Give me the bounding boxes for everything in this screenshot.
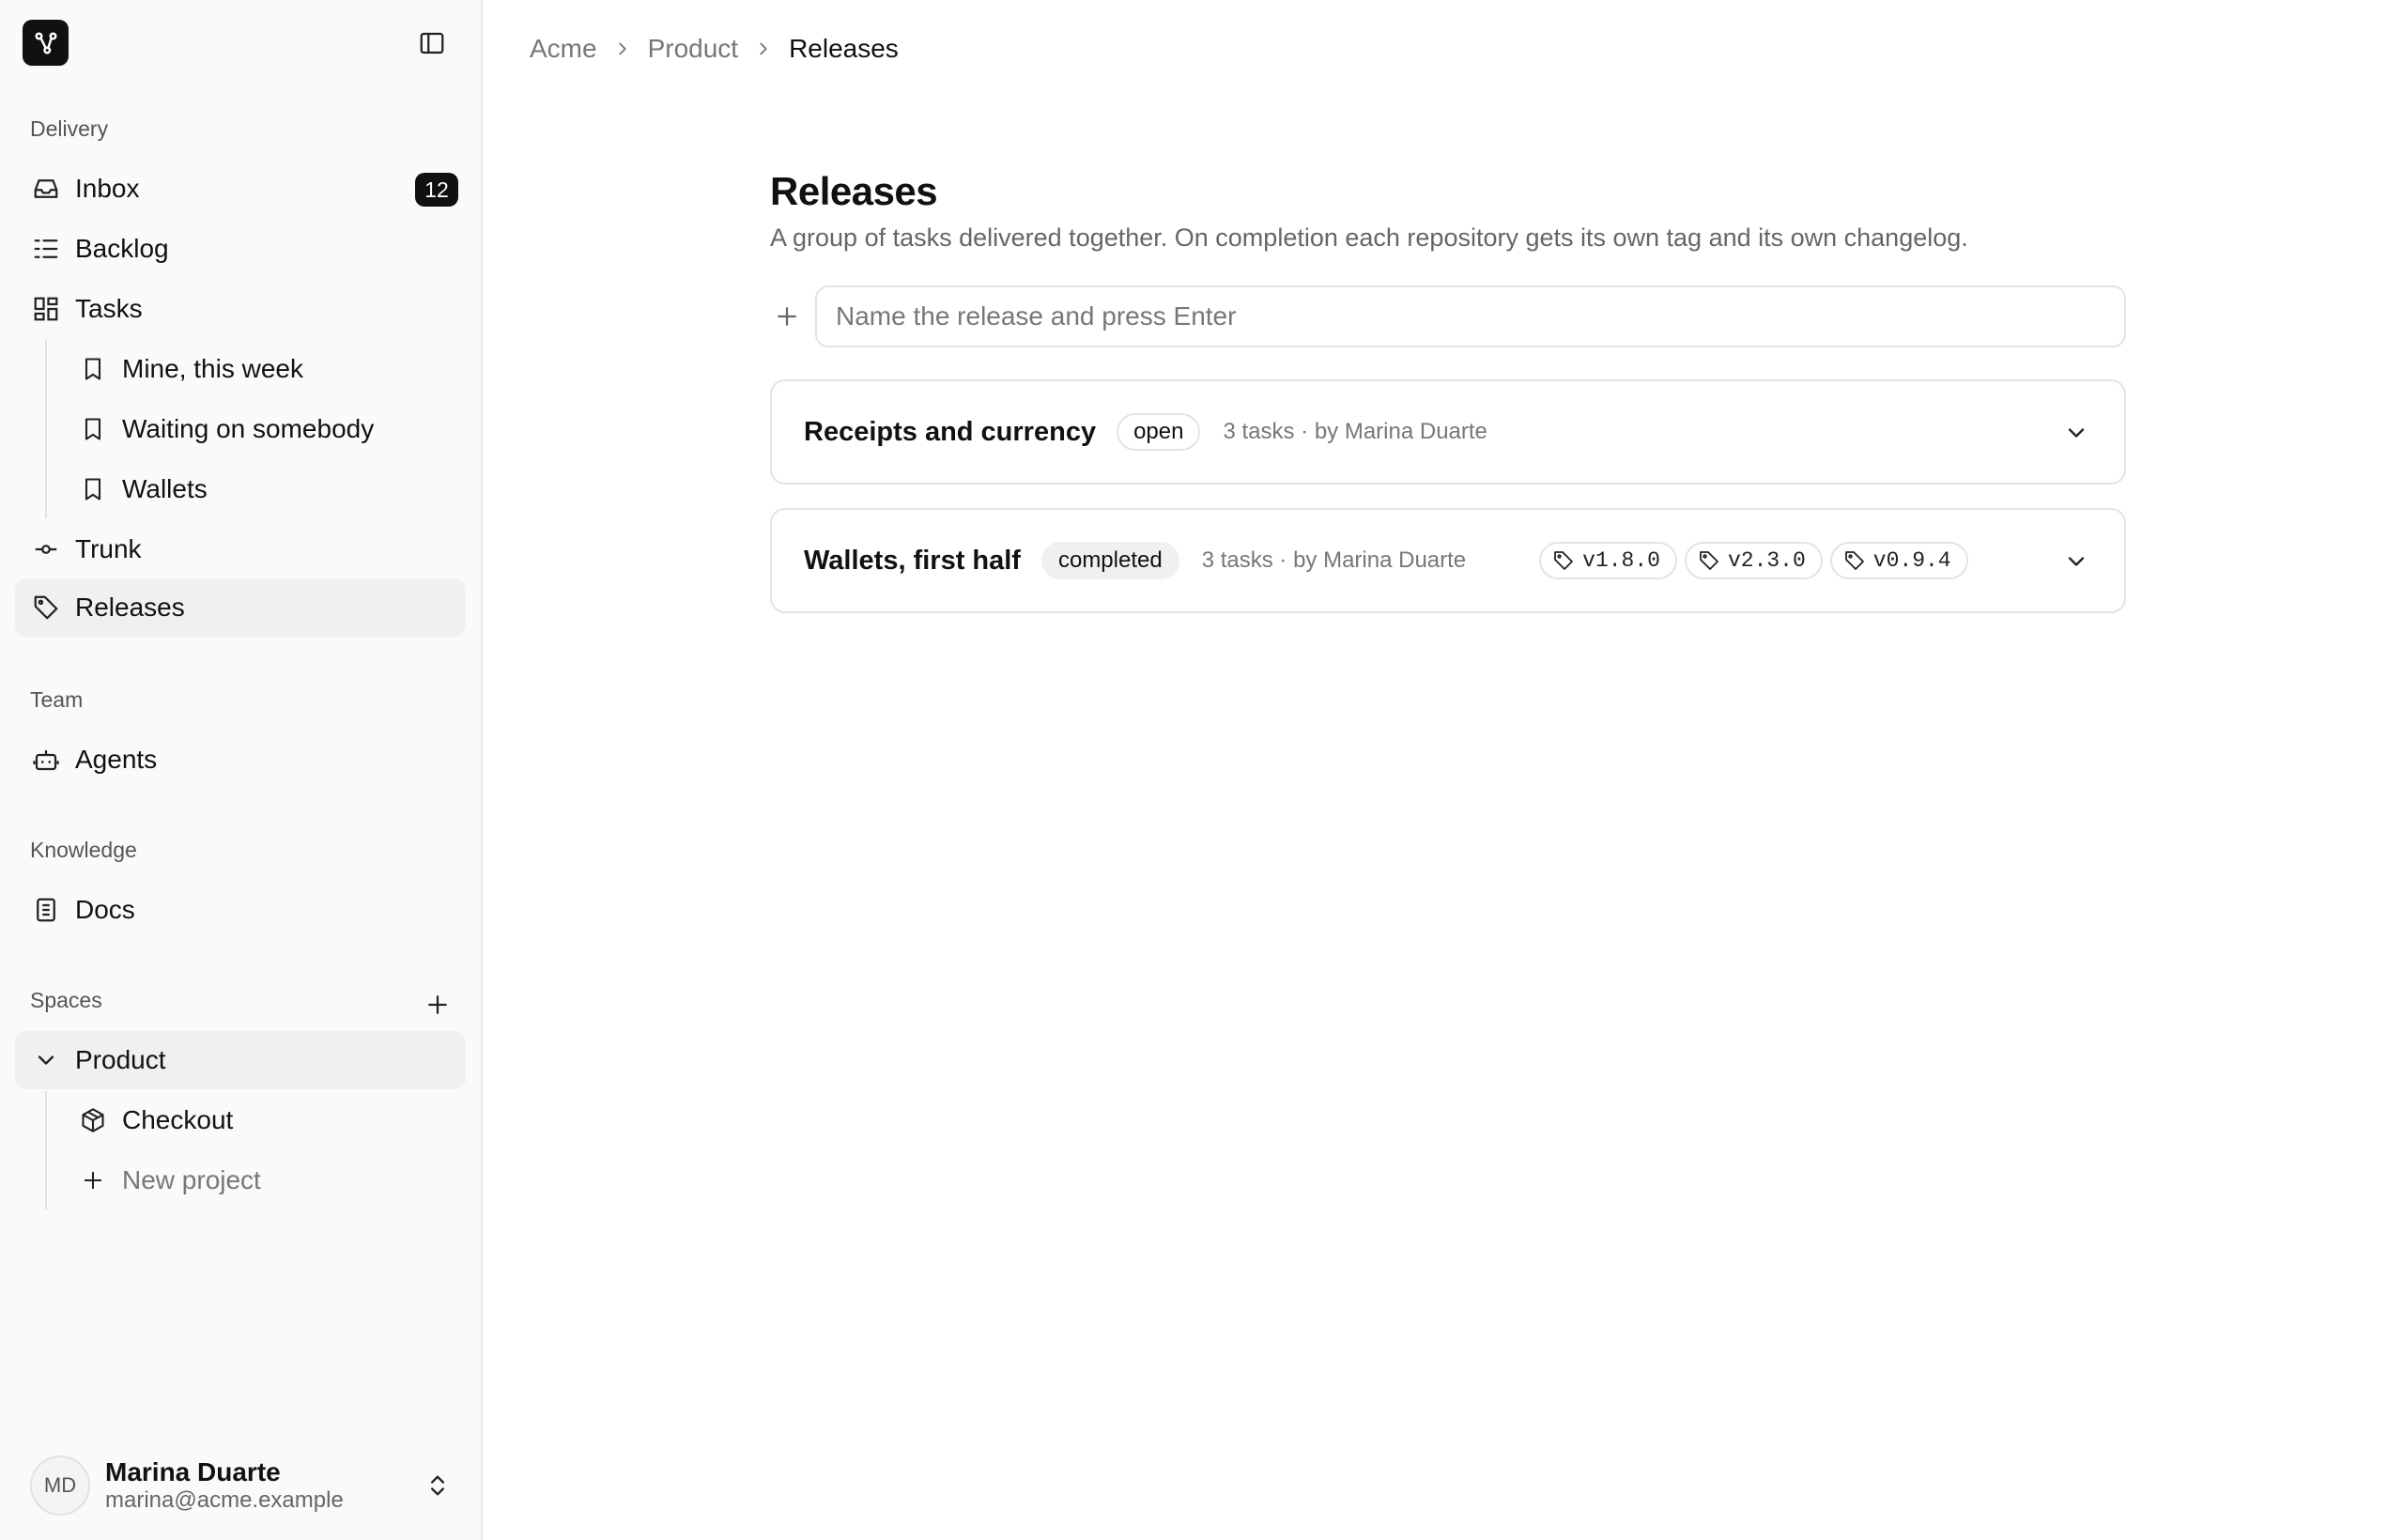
sidebar-item-label: Wallets: [122, 474, 208, 503]
tag-icon: [1552, 549, 1575, 572]
avatar: MD: [30, 1455, 90, 1516]
sidebar-item-label: Docs: [75, 895, 135, 924]
sidebar-item-label: Checkout: [122, 1105, 234, 1134]
release-card-receipts-and-currency[interactable]: Receipts and currency open 3 tasks · by …: [770, 379, 2126, 485]
layout-grid-icon: [30, 293, 62, 325]
inbox-count-badge: 12: [415, 173, 458, 207]
sidebar-item-label: Tasks: [75, 294, 143, 323]
sidebar-item-trunk[interactable]: Trunk: [15, 520, 466, 578]
package-icon: [77, 1104, 109, 1136]
page-subtitle: A group of tasks delivered together. On …: [770, 223, 1968, 252]
release-meta: 3 tasks · by Marina Duarte: [1201, 547, 1467, 573]
sidebar-view-waiting-on-somebody[interactable]: Waiting on somebody: [62, 400, 466, 458]
plus-icon: [770, 300, 804, 333]
sidebar-view-wallets[interactable]: Wallets: [62, 460, 466, 518]
inbox-icon: [30, 173, 62, 205]
git-commit-icon: [30, 533, 62, 565]
chevron-right-icon: [753, 38, 774, 59]
expand-button[interactable]: [2060, 417, 2092, 449]
sidebar-item-label: Agents: [75, 745, 158, 774]
chevron-down-icon: [2068, 557, 2085, 566]
chevron-down-icon: [2068, 428, 2085, 438]
plus-icon: [428, 995, 447, 1014]
tree-guide-line: [45, 340, 47, 518]
plus-icon: [77, 1164, 109, 1196]
sidebar-project-checkout[interactable]: Checkout: [62, 1091, 466, 1149]
release-name: Wallets, first half: [804, 545, 1021, 576]
breadcrumb-item-product[interactable]: Product: [648, 34, 739, 64]
sidebar: Delivery Inbox 12 Backlog Tasks Mine, th…: [0, 0, 483, 1540]
sidebar-item-label: Backlog: [75, 234, 169, 263]
sidebar-view-mine-this-week[interactable]: Mine, this week: [62, 340, 466, 398]
tag-icon: [1843, 549, 1866, 572]
section-label-team: Team: [30, 687, 84, 712]
release-tag[interactable]: v0.9.4: [1829, 542, 1968, 579]
new-release-input[interactable]: [815, 285, 2126, 347]
sidebar-space-product[interactable]: Product: [15, 1031, 466, 1089]
chevron-down-icon: [30, 1044, 62, 1076]
sidebar-item-label: Releases: [75, 593, 185, 622]
status-badge: completed: [1040, 542, 1179, 579]
document-icon: [30, 894, 62, 926]
breadcrumb: Acme Product Releases: [530, 34, 899, 64]
bookmark-icon: [77, 473, 109, 505]
sidebar-item-label: Product: [75, 1045, 166, 1074]
chevron-right-icon: [612, 38, 633, 59]
release-tag[interactable]: v2.3.0: [1684, 542, 1823, 579]
breadcrumb-item-acme[interactable]: Acme: [530, 34, 597, 64]
user-name: Marina Duarte: [105, 1456, 281, 1486]
sidebar-item-backlog[interactable]: Backlog: [15, 220, 466, 278]
sidebar-item-releases[interactable]: Releases: [15, 578, 466, 637]
sidebar-item-tasks[interactable]: Tasks: [15, 280, 466, 338]
bookmark-icon: [77, 413, 109, 445]
release-card-wallets-first-half[interactable]: Wallets, first half completed 3 tasks · …: [770, 508, 2126, 613]
breadcrumb-item-releases: Releases: [789, 34, 899, 63]
tag-icon: [30, 592, 62, 624]
sidebar-item-docs[interactable]: Docs: [15, 881, 466, 939]
sidebar-item-inbox[interactable]: Inbox 12: [15, 160, 466, 218]
page-title: Releases: [770, 169, 938, 213]
logo-icon: [34, 31, 57, 54]
release-tag-label: v1.8.0: [1582, 548, 1660, 573]
sidebar-item-label: Trunk: [75, 534, 142, 563]
bookmark-icon: [77, 353, 109, 385]
sidebar-item-label: Inbox: [75, 174, 140, 203]
bot-icon: [30, 744, 62, 776]
list-checks-icon: [30, 233, 62, 265]
release-meta: 3 tasks · by Marina Duarte: [1223, 419, 1487, 444]
section-label-spaces: Spaces: [30, 988, 102, 1012]
release-name: Receipts and currency: [804, 416, 1097, 447]
status-badge: open: [1117, 413, 1201, 451]
section-label-knowledge: Knowledge: [30, 838, 137, 862]
panel-left-icon: [420, 32, 444, 54]
user-email: marina@acme.example: [105, 1487, 344, 1514]
user-menu[interactable]: MD Marina Duarte marina@acme.example: [15, 1446, 466, 1525]
new-project-button[interactable]: New project: [62, 1151, 466, 1209]
add-space-button[interactable]: [421, 988, 455, 1022]
tag-icon: [1698, 549, 1720, 572]
chevrons-up-down-icon: [421, 1469, 455, 1502]
release-tag[interactable]: v1.8.0: [1539, 542, 1677, 579]
app-logo[interactable]: [23, 20, 69, 66]
main-content: Acme Product Releases Releases A group o…: [483, 0, 2404, 1540]
new-release-row: [770, 285, 2126, 347]
sidebar-item-label: Mine, this week: [122, 354, 303, 383]
release-tag-label: v0.9.4: [1872, 548, 1951, 573]
sidebar-item-agents[interactable]: Agents: [15, 731, 466, 789]
tree-guide-line: [45, 1091, 47, 1209]
section-label-delivery: Delivery: [30, 116, 109, 141]
release-tag-label: v2.3.0: [1727, 548, 1806, 573]
sidebar-item-label: Waiting on somebody: [122, 414, 375, 443]
sidebar-toggle-button[interactable]: [415, 26, 449, 60]
expand-button[interactable]: [2060, 546, 2092, 578]
sidebar-item-label: New project: [122, 1165, 261, 1194]
release-tags: v1.8.0 v2.3.0 v0.9.4: [1539, 542, 1975, 579]
